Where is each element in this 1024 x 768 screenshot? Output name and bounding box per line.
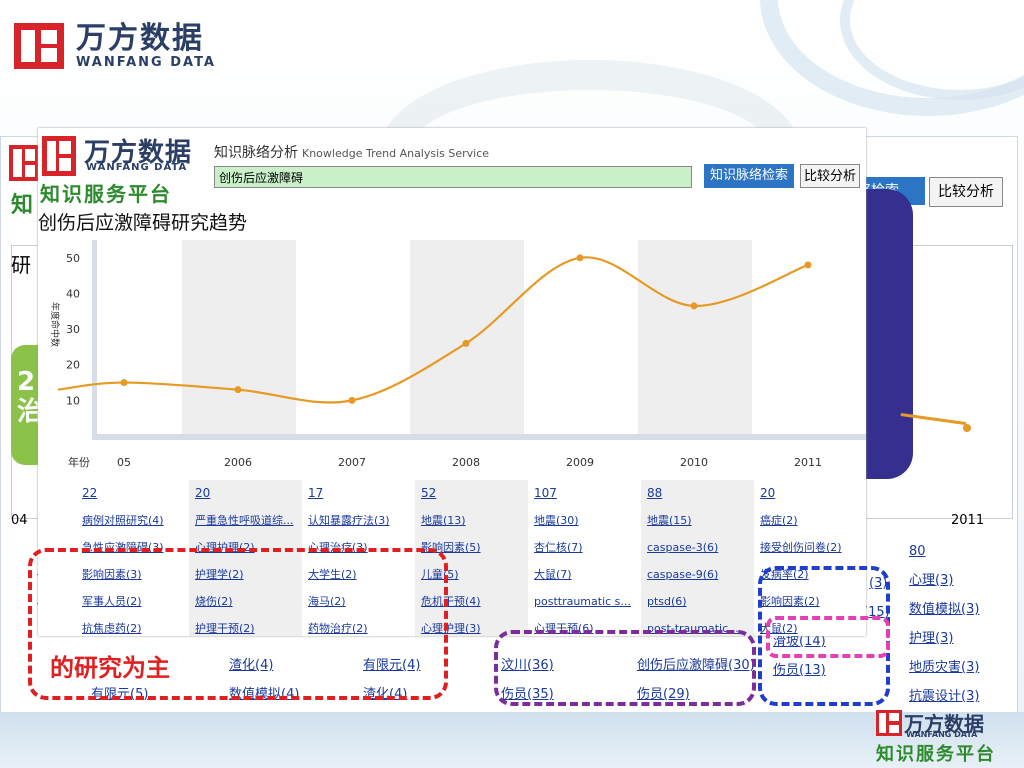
chart-band: [410, 240, 524, 436]
bottom-wave-decoration: [0, 712, 1024, 768]
keyword-link[interactable]: 地震(15): [641, 507, 753, 534]
purple-highlight-box: [494, 630, 756, 706]
count-link[interactable]: 20: [189, 480, 301, 507]
count-link[interactable]: 107: [528, 480, 640, 507]
logo-english-name: WANFANG DATA: [86, 162, 188, 173]
keyword-link[interactable]: 地震(30): [528, 507, 640, 534]
knowledge-trend-search-button[interactable]: 知识脉络检索: [704, 164, 794, 188]
logo-english-name: WANFANG DATA: [906, 730, 978, 739]
x-axis-bar: [92, 434, 866, 440]
keyword-link[interactable]: 抗震设计(3): [909, 682, 979, 711]
y-tick-label: 10: [66, 394, 80, 407]
platform-name: 知识服务平台: [876, 744, 996, 765]
keyword-link[interactable]: 严重急性呼吸道综...: [189, 507, 301, 534]
count-link[interactable]: 22: [76, 480, 188, 507]
wanfang-logo-icon: [14, 23, 64, 69]
y-axis-bar: [92, 240, 97, 436]
keyword-column-2011: 80 心理(3) 数值模拟(3) 护理(3) 地质灾害(3) 抗震设计(3): [909, 537, 979, 711]
x-tick-label: 2006: [224, 456, 252, 469]
wanfang-logo-icon: [42, 136, 76, 176]
pink-highlight-box: [766, 616, 890, 658]
x-tick-label: 2008: [452, 456, 480, 469]
keyword-link[interactable]: 癌症(2): [754, 507, 866, 534]
y-tick-label: 40: [66, 287, 80, 300]
y-tick-label: 20: [66, 359, 80, 372]
keyword-link[interactable]: 心理(3): [909, 566, 979, 595]
x-axis-label: 2011: [951, 513, 985, 528]
keyword-link[interactable]: ptsd(6): [641, 588, 753, 615]
slide-logo: 万方数据 WANFANG DATA: [14, 20, 216, 72]
chart-title: 创伤后应激障碍研究趋势: [38, 212, 248, 234]
keyword-link[interactable]: caspase-3(6): [641, 534, 753, 561]
chart-band: [638, 240, 752, 436]
chart-title-fragment: 研: [11, 253, 31, 277]
keyword-link[interactable]: 地震(13): [415, 507, 527, 534]
trend-point: [576, 254, 584, 262]
count-link[interactable]: 88: [641, 480, 753, 507]
x-axis-label: 04: [11, 513, 28, 528]
keyword-link[interactable]: 接受创伤问卷(2): [754, 534, 866, 561]
logo-chinese-name: 万方数据: [76, 20, 204, 56]
trend-point: [348, 396, 356, 404]
trend-point: [120, 379, 128, 387]
trend-point: [690, 302, 698, 310]
keyword-link[interactable]: 数值模拟(3): [909, 595, 979, 624]
keyword-column: 88 地震(15) caspase-3(6) caspase-9(6) ptsd(6) p…: [641, 480, 753, 636]
wanfang-logo-icon: [876, 710, 902, 736]
service-title-en: Knowledge Trend Analysis Service: [302, 147, 490, 160]
keyword-column: 107 地震(30) 杏仁核(7) 大鼠(7) posttraumatic s... 心理…: [528, 480, 640, 636]
search-input[interactable]: 创伤后应激障碍: [214, 166, 692, 188]
keyword-link[interactable]: 病例对照研究(4): [76, 507, 188, 534]
platform-name: 知识服务平台: [40, 182, 172, 206]
x-tick-label: 2010: [680, 456, 708, 469]
service-title: 知识脉络分析 Knowledge Trend Analysis Service: [214, 142, 489, 162]
x-axis-label: 年份: [68, 455, 90, 469]
trend-chart: 10 20 30 40 50 年度命中数年份 05 2006 2007 2008 2009 2010 2…: [38, 240, 866, 480]
keyword-link[interactable]: 大鼠(7): [528, 561, 640, 588]
keyword-link[interactable]: posttraumatic s...: [528, 588, 640, 615]
wanfang-logo-icon: [9, 145, 39, 181]
trend-point: [804, 261, 812, 269]
red-callout-text: 的研究为主: [46, 648, 174, 683]
x-tick-label: 05: [117, 456, 131, 469]
count-link[interactable]: 80: [909, 537, 979, 566]
count-link[interactable]: 17: [302, 480, 414, 507]
chart-band: [182, 240, 296, 436]
x-tick-label: 2007: [338, 456, 366, 469]
keyword-link[interactable]: 护理(3): [909, 624, 979, 653]
trend-point: [462, 339, 470, 347]
x-tick-label: 2009: [566, 456, 594, 469]
count-link[interactable]: 52: [415, 480, 527, 507]
y-axis-label: 年度命中数: [49, 302, 61, 347]
logo-english-name: WANFANG DATA: [76, 54, 216, 70]
compare-button[interactable]: 比较分析: [929, 177, 1003, 207]
keyword-link[interactable]: 杏仁核(7): [528, 534, 640, 561]
trend-point: [963, 424, 971, 432]
navy-callout: [861, 189, 913, 479]
service-title-cn: 知识脉络分析: [214, 145, 298, 161]
y-tick-label: 50: [66, 252, 80, 265]
platform-name: 知: [11, 192, 34, 218]
keyword-link[interactable]: 认知暴露疗法(3): [302, 507, 414, 534]
trend-chart-svg: 10 20 30 40 50 年度命中数年份 05 2006 2007 2008 2009 2010 2…: [49, 240, 866, 469]
keyword-link[interactable]: caspase-9(6): [641, 561, 753, 588]
keyword-link[interactable]: 地质灾害(3): [909, 653, 979, 682]
trend-point: [234, 386, 242, 394]
count-link[interactable]: 20: [754, 480, 866, 507]
compare-button[interactable]: 比较分析: [800, 164, 860, 188]
x-tick-label: 2011: [794, 456, 822, 469]
y-tick-label: 30: [66, 323, 80, 336]
bottom-logo: 万方数据 WANFANG DATA 知识服务平台: [872, 708, 1022, 765]
